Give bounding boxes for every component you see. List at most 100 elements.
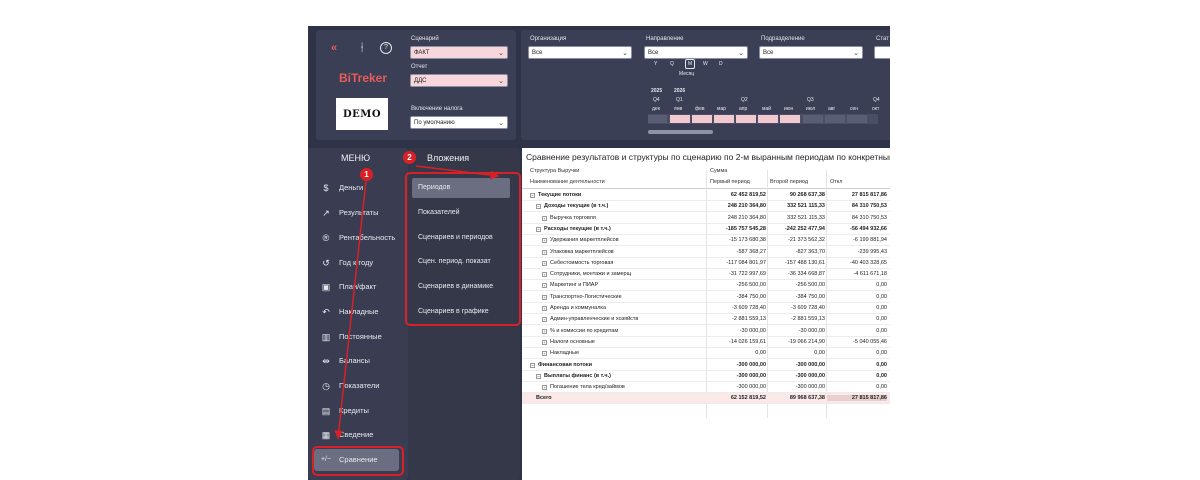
organization-label: Организация <box>530 36 567 42</box>
status-dropdown[interactable] <box>874 46 890 59</box>
collapse-icon[interactable]: − <box>536 204 541 210</box>
table-row[interactable]: + Погашение тела кред/займов -300 000,00 -3… <box>522 382 890 394</box>
menu-item-indicators[interactable]: ◷ Показатели <box>308 374 408 398</box>
header-period1[interactable]: Первый период <box>710 179 750 185</box>
menu-item-year-over-year[interactable]: ↺ Год к году <box>308 251 408 275</box>
table-row[interactable]: + Накладные 0,00 0,00 0,00 <box>522 348 890 360</box>
menu-item-profitability[interactable]: ® Рентабельность <box>308 226 408 250</box>
month-label[interactable]: дек <box>652 106 660 112</box>
submenu-title: Вложения <box>427 153 470 163</box>
filter-clear-icon[interactable]: ᚽ <box>354 40 370 56</box>
month-label[interactable]: май <box>762 106 771 112</box>
menu-item-overhead[interactable]: ↶ Накладные <box>308 300 408 324</box>
table-row[interactable]: − Доходы текущие (в т.ч.) 248 210 364,80 33… <box>522 201 890 213</box>
table-row[interactable]: + Налоги основные -14 026 159,61 -19 066 21… <box>522 337 890 348</box>
cell-v2: -19 066 214,90 <box>787 338 825 345</box>
expand-icon[interactable]: + <box>542 317 547 323</box>
month-label[interactable]: мар <box>717 106 726 112</box>
cell-v2: -300 000,00 <box>795 361 825 368</box>
tax-label: Включение налога <box>411 106 463 112</box>
month-label[interactable]: апр <box>739 106 747 112</box>
expand-icon[interactable]: + <box>542 351 547 357</box>
menu-item-plan-fact[interactable]: ▣ План/факт <box>308 275 408 299</box>
row-label: Расходы текущие (в т.ч.) <box>544 225 611 232</box>
month-label[interactable]: окт <box>872 106 879 112</box>
quarter-label: Q1 <box>676 97 683 103</box>
table-row[interactable]: + Сотрудники, монтажи и замерщ -31 722 997… <box>522 269 890 281</box>
level-w[interactable]: W <box>703 61 708 67</box>
cell-v1: -30 000,00 <box>739 327 766 334</box>
level-d[interactable]: D <box>719 61 723 67</box>
help-icon[interactable]: ? <box>380 42 392 54</box>
table-row[interactable]: − Финансовая потоки -300 000,00 -300 000,00… <box>522 360 890 371</box>
cell-v1: -2 881 559,13 <box>732 316 766 323</box>
collapse-icon[interactable]: − <box>530 193 535 198</box>
month-label[interactable]: фев <box>695 106 705 112</box>
direction-dropdown[interactable]: Все ⌄ <box>644 46 748 59</box>
table-row[interactable]: + Админ-управленческие и хозяйств -2 881 5… <box>522 314 890 326</box>
table-row[interactable]: + Удержания маркетплейсов -15 173 680,38 -2… <box>522 235 890 247</box>
annotation-box-submenu <box>405 172 521 326</box>
table-row[interactable]: +% и комиссии по кредитам -30 000,00 -30 0… <box>522 326 890 337</box>
menu-item-summary[interactable]: ▦ Сведение <box>308 423 408 447</box>
header-period2[interactable]: Второй период <box>770 179 808 185</box>
cell-v2: -242 252 477,94 <box>784 225 825 232</box>
expand-icon[interactable]: + <box>542 260 547 266</box>
level-m[interactable]: M <box>685 59 696 69</box>
expand-icon[interactable]: + <box>542 339 547 345</box>
menu-item-credits[interactable]: ▤ Кредиты <box>308 399 408 423</box>
cell-v2: 0,00 <box>814 350 825 357</box>
cell-v1: -117 084 801,97 <box>726 259 766 266</box>
expand-icon[interactable]: + <box>542 272 547 278</box>
scenario-dropdown[interactable]: ФАКТ ⌄ <box>410 46 508 59</box>
table-row[interactable]: + Транспортно-Логистические -384 750,00 -38… <box>522 292 890 303</box>
menu-item-balances[interactable]: ⇹ Балансы <box>308 349 408 373</box>
table-row[interactable]: + Себестоимость торговая -117 084 801,97 -1… <box>522 258 890 269</box>
expand-icon[interactable]: + <box>542 294 547 300</box>
table-row[interactable]: − Расходы текущие (в т.ч.) -185 757 545,28… <box>522 224 890 235</box>
bar-chart-icon: ▥ <box>321 332 331 342</box>
level-y[interactable]: Y <box>654 61 657 67</box>
table-row[interactable]: + Упаковка маркетплейсов -587 368,27 -827 3… <box>522 247 890 258</box>
quarter-label: Q2 <box>741 97 748 103</box>
month-label[interactable]: янв <box>674 106 682 112</box>
timeline-range-bar[interactable] <box>648 114 878 124</box>
menu-item-money[interactable]: $ Деньги <box>308 176 408 200</box>
expand-icon[interactable]: + <box>542 328 547 334</box>
expand-icon[interactable]: + <box>542 385 547 391</box>
table-row[interactable]: − Текущие потоки 62 452 819,52 90 268 637,3… <box>522 190 890 201</box>
menu-item-fixed[interactable]: ▥ Постоянные <box>308 325 408 349</box>
table-row[interactable]: + Выручка торговля 248 210 364,80 332 521 1… <box>522 213 890 224</box>
row-label: Накладные <box>550 350 580 357</box>
row-label: Выручка торговля <box>550 214 596 221</box>
table-row[interactable]: − Выплаты финанс (в т.ч.) -300 000,00 -300 … <box>522 371 890 382</box>
table-row[interactable]: + Аренда и коммуналка -3 609 728,40 -3 609 … <box>522 303 890 314</box>
collapse-icon[interactable]: − <box>536 373 541 379</box>
registered-icon: ® <box>322 233 330 243</box>
collapse-icon[interactable]: − <box>530 362 535 368</box>
division-dropdown[interactable]: Все ⌄ <box>759 46 863 59</box>
header-deviation[interactable]: Откл <box>830 179 842 185</box>
level-q[interactable]: Q <box>670 61 674 67</box>
expand-icon[interactable]: + <box>542 306 547 311</box>
table-row[interactable]: + Маркетинг и ПИАР -256 500,00 -256 500,00 0… <box>522 280 890 292</box>
expand-icon[interactable]: + <box>542 238 547 244</box>
month-label[interactable]: авг <box>828 106 835 112</box>
organization-dropdown[interactable]: Все ⌄ <box>528 46 632 59</box>
tax-dropdown[interactable]: По умолчанию ⌄ <box>410 116 508 129</box>
month-label[interactable]: сен <box>850 106 858 112</box>
expand-icon[interactable]: + <box>542 215 547 221</box>
row-label: Выплаты финанс (в т.ч.) <box>544 372 611 379</box>
month-label[interactable]: июн <box>784 106 793 112</box>
expand-icon[interactable]: + <box>542 249 547 255</box>
menu-item-results[interactable]: ↗ Результаты <box>308 201 408 225</box>
cell-v3: 84 310 750,53 <box>851 203 887 210</box>
collapse-icon[interactable]: − <box>536 226 541 232</box>
month-label[interactable]: июл <box>806 106 815 112</box>
timeline-scrollbar[interactable] <box>648 130 713 134</box>
expand-icon[interactable]: + <box>542 283 547 289</box>
collapse-icon[interactable]: « <box>326 40 342 56</box>
report-dropdown[interactable]: ДДС ⌄ <box>410 74 508 87</box>
scenario-label: Сценарий <box>411 36 439 42</box>
quarter-label: Q4 <box>873 97 880 103</box>
